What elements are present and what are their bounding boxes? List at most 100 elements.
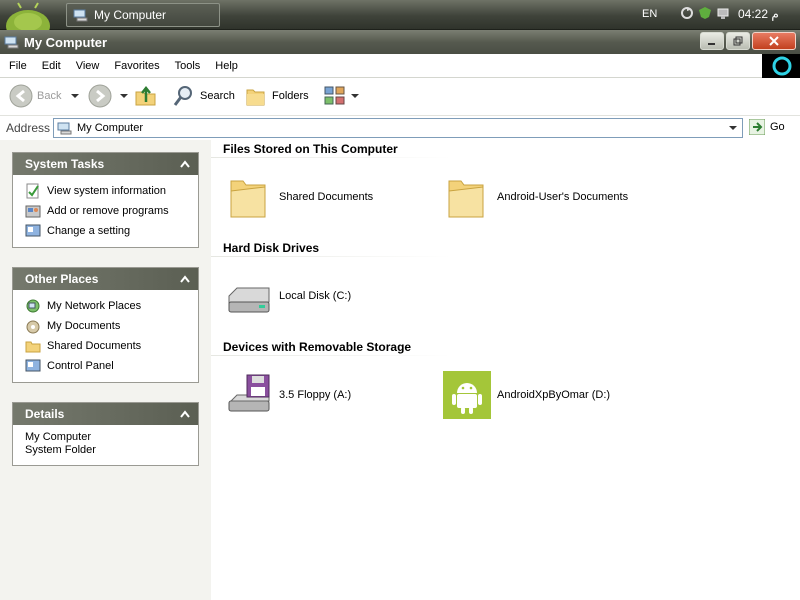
place-my-documents[interactable]: My Documents [25, 316, 198, 336]
network-icon[interactable] [716, 6, 730, 20]
computer-icon [73, 9, 88, 22]
item-local-disk-c[interactable]: Local Disk (C:) [225, 272, 351, 320]
window-title: My Computer [24, 35, 108, 50]
go-label: Go [770, 121, 785, 133]
item-android-users-documents[interactable]: Android-User's Documents [443, 173, 628, 221]
close-icon [769, 36, 779, 46]
task-change-setting[interactable]: Change a setting [25, 221, 198, 241]
address-label: Address [6, 121, 51, 135]
security-shield-icon[interactable] [698, 6, 712, 20]
task-add-remove-programs[interactable]: Add or remove programs [25, 201, 198, 221]
back-button[interactable]: Back [9, 84, 80, 108]
network-places-icon [26, 299, 40, 313]
group-divider [211, 256, 451, 257]
group-header-hard-disk-drives: Hard Disk Drives [223, 241, 320, 255]
menu-file[interactable]: File [9, 60, 27, 72]
folders-label: Folders [272, 90, 309, 102]
group-divider [211, 157, 451, 158]
system-tasks-panel: System Tasks View system information Add… [12, 152, 199, 248]
clock[interactable]: 04:22 م [738, 7, 779, 21]
back-dropdown-icon[interactable] [71, 94, 80, 98]
item-label: 3.5 Floppy (A:) [279, 389, 352, 401]
computer-icon [57, 122, 72, 135]
maximize-button[interactable] [726, 32, 750, 50]
task-label: Change a setting [47, 225, 131, 237]
place-shared-documents[interactable]: Shared Documents [25, 336, 198, 356]
menu-bar: File Edit View Favorites Tools Help [0, 54, 762, 78]
floppy-drive-icon [228, 374, 270, 412]
item-label: Android-User's Documents [497, 191, 629, 203]
place-label: My Network Places [47, 300, 142, 312]
place-label: Control Panel [47, 360, 114, 372]
item-label: Local Disk (C:) [279, 290, 352, 302]
other-places-title: Other Places [25, 272, 99, 286]
my-documents-icon [26, 320, 40, 334]
task-view-system-information[interactable]: View system information [25, 181, 198, 201]
place-control-panel[interactable]: Control Panel [25, 356, 198, 376]
place-label: Shared Documents [47, 340, 142, 352]
minimize-icon [708, 43, 715, 45]
folder-up-icon [135, 85, 156, 106]
folder-icon [230, 180, 266, 218]
item-shared-documents[interactable]: Shared Documents [225, 173, 373, 221]
menu-view[interactable]: View [76, 60, 100, 72]
collapse-icon[interactable] [178, 157, 192, 171]
address-dropdown-button[interactable] [726, 121, 740, 135]
details-header[interactable]: Details [13, 403, 198, 425]
place-label: My Documents [47, 320, 121, 332]
chevron-down-icon [729, 126, 737, 130]
address-input[interactable]: My Computer [53, 118, 743, 138]
control-panel-icon [25, 359, 41, 372]
throbber [762, 54, 800, 78]
item-label: Shared Documents [279, 191, 374, 203]
collapse-icon[interactable] [178, 272, 192, 286]
address-value: My Computer [77, 122, 144, 134]
item-floppy-a[interactable]: 3.5 Floppy (A:) [225, 371, 351, 419]
address-bar: Address My Computer Go [0, 116, 800, 140]
views-dropdown-icon[interactable] [351, 94, 359, 98]
close-button[interactable] [752, 32, 796, 50]
menu-tools[interactable]: Tools [175, 60, 201, 72]
group-divider [211, 355, 451, 356]
taskbar: My Computer EN 04:22 م [0, 0, 800, 42]
search-button[interactable]: Search [172, 84, 235, 108]
group-header-files-stored: Files Stored on This Computer [223, 142, 398, 156]
folder-icon [448, 180, 484, 218]
up-folder-button[interactable] [134, 84, 158, 108]
taskbar-button-label: My Computer [94, 8, 167, 22]
views-button[interactable] [323, 84, 359, 108]
views-icon [324, 86, 345, 105]
folders-icon [246, 89, 265, 106]
details-panel: Details My Computer System Folder [12, 402, 199, 466]
start-button[interactable] [4, 0, 50, 42]
system-tray [680, 6, 730, 20]
task-pane: System Tasks View system information Add… [0, 140, 211, 600]
language-indicator[interactable]: EN [642, 8, 657, 20]
ring-logo-icon [772, 56, 792, 76]
system-tasks-header[interactable]: System Tasks [13, 153, 198, 175]
forward-button[interactable] [88, 84, 128, 108]
title-bar[interactable]: My Computer [0, 30, 800, 54]
content-area: Files Stored on This Computer Shared Doc… [211, 140, 800, 600]
item-android-drive-d[interactable]: AndroidXpByOmar (D:) [443, 371, 610, 419]
details-type: System Folder [25, 444, 96, 456]
control-panel-icon [25, 224, 41, 237]
group-header-removable-storage: Devices with Removable Storage [223, 340, 412, 354]
other-places-header[interactable]: Other Places [13, 268, 198, 290]
taskbar-button-my-computer[interactable]: My Computer [66, 3, 220, 27]
collapse-icon[interactable] [178, 407, 192, 421]
sync-icon[interactable] [680, 6, 694, 20]
folders-button[interactable]: Folders [244, 84, 309, 108]
menu-edit[interactable]: Edit [42, 60, 61, 72]
android-start-icon [6, 2, 50, 42]
menu-favorites[interactable]: Favorites [114, 60, 159, 72]
forward-dropdown-icon[interactable] [120, 94, 128, 98]
item-label: AndroidXpByOmar (D:) [497, 389, 611, 401]
minimize-button[interactable] [700, 32, 724, 50]
menu-help[interactable]: Help [215, 60, 238, 72]
place-my-network-places[interactable]: My Network Places [25, 296, 198, 316]
task-label: Add or remove programs [47, 205, 169, 217]
go-button[interactable]: Go [749, 119, 785, 135]
system-info-icon [26, 183, 39, 199]
back-arrow-icon [9, 84, 33, 108]
